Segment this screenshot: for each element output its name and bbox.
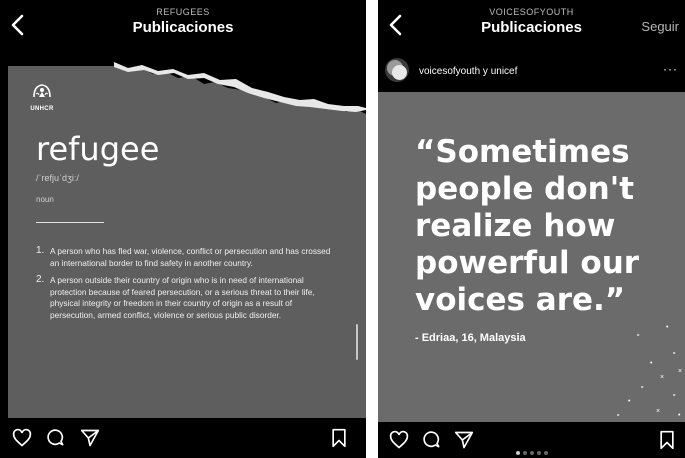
carousel-dot [516,451,520,455]
post-image-quote[interactable]: “Sometimes people don't realize how powe… [378,92,685,422]
post-username[interactable]: voicesofyouth y unicef [419,66,517,77]
pronunciation: /ˈrefjuˈdʒiː/ [36,173,79,183]
bookmark-icon[interactable] [330,428,348,448]
carousel-indicator [516,442,551,458]
page-title: Publicaciones [132,19,234,36]
post-actions-bar [378,422,685,458]
unhcr-emblem-icon [33,84,51,98]
quote-line: people don't [415,171,635,207]
share-icon[interactable] [454,430,474,450]
dictionary-word: refugee [36,130,160,168]
comment-icon[interactable] [46,428,66,448]
definition-number: 2. [36,274,45,285]
avatar[interactable] [385,58,409,82]
definition-item: 2. A person outside their country of ori… [36,274,336,321]
right-phone-screen: VOICESOFYOUTH Publicaciones Seguir voice… [378,0,685,458]
comment-icon[interactable] [422,430,442,450]
definition-item: 1. A person who has fled war, violence, … [36,245,336,269]
bookmark-icon[interactable] [658,430,676,450]
definition-text: A person outside their country of origin… [50,275,315,320]
quote-line: voices are.” [415,282,626,318]
share-icon[interactable] [80,428,100,448]
heart-icon[interactable] [389,430,409,450]
quote-line: realize how [415,208,616,244]
account-name: VOICESOFYOUTH [489,7,574,17]
carousel-dot [544,451,548,455]
more-options-icon[interactable]: ··· [663,62,678,76]
logo-label: UNHCR [30,106,54,112]
post-actions-bar [0,418,366,458]
quote-line: powerful our [415,245,640,281]
definitions-list: 1. A person who has fled war, violence, … [36,245,336,327]
left-phone-screen: REFUGEES Publicaciones UNHCR refugee /ˈr… [0,0,366,458]
unhcr-logo: UNHCR [28,82,56,112]
right-header: VOICESOFYOUTH Publicaciones Seguir [378,0,685,50]
follow-button[interactable]: Seguir [641,19,679,34]
account-name: REFUGEES [156,7,210,17]
definition-number: 1. [36,245,45,256]
part-of-speech: noun [36,195,54,204]
quote-text: “Sometimes people don't realize how powe… [415,134,675,319]
page-title: Publicaciones [481,19,582,36]
carousel-dot [523,451,527,455]
carousel-dot [530,451,534,455]
definition-text: A person who has fled war, violence, con… [50,246,331,268]
left-header: REFUGEES Publicaciones [0,0,366,50]
heart-icon[interactable] [12,428,32,448]
post-author-row: voicesofyouth y unicef ··· [378,50,685,92]
carousel-dot [537,451,541,455]
quote-line: “Sometimes [415,134,630,170]
post-image-refugee[interactable]: UNHCR refugee /ˈrefjuˈdʒiː/ noun 1. A pe… [8,62,366,418]
quote-attribution: - Edriaa, 16, Malaysia [415,332,526,344]
divider [36,222,104,223]
scrollbar[interactable] [356,324,358,360]
